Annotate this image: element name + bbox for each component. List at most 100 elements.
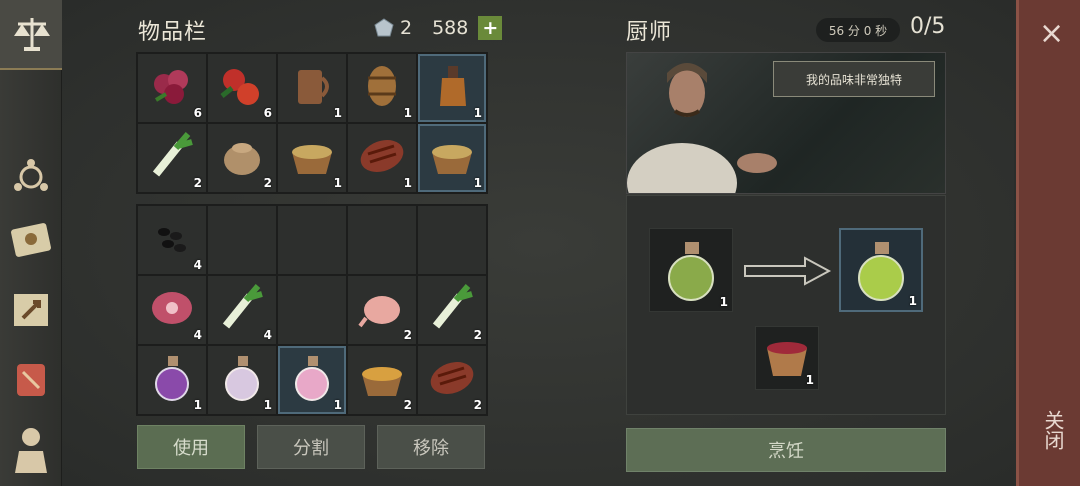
- item-count: 4: [193, 328, 202, 342]
- speech-bubble: 我的品味非常独特: [773, 61, 935, 97]
- item-count: 4: [263, 328, 272, 342]
- item-count: 1: [263, 398, 272, 412]
- extra-count: 1: [805, 373, 814, 387]
- ingredient-slot[interactable]: 1: [649, 228, 733, 312]
- chef-figure: [627, 63, 777, 193]
- output-slot[interactable]: 1: [839, 228, 923, 312]
- pink-potion-icon: [286, 352, 338, 408]
- ingredient-count: 1: [719, 295, 728, 309]
- item-count: 2: [473, 328, 482, 342]
- mug-icon: [286, 60, 338, 116]
- crafting-icon[interactable]: [6, 150, 56, 200]
- green-potion-icon: [668, 242, 714, 301]
- inventory-slot[interactable]: 1: [418, 124, 486, 192]
- quest-book-icon[interactable]: [6, 215, 56, 265]
- close-panel[interactable]: × 关闭: [1016, 0, 1080, 486]
- item-count: 6: [193, 106, 202, 120]
- item-count: 2: [263, 176, 272, 190]
- apples-icon: [216, 60, 268, 116]
- inventory-slot[interactable]: 4: [208, 276, 276, 344]
- inventory-slot-empty[interactable]: [278, 276, 346, 344]
- trade-tab[interactable]: [0, 0, 64, 70]
- item-count: 2: [403, 328, 412, 342]
- inventory-slot[interactable]: 1: [138, 346, 206, 414]
- close-label[interactable]: 关闭: [1041, 410, 1065, 450]
- steak-icon: [426, 352, 478, 408]
- recipe-area: 1 1 1: [626, 195, 946, 415]
- inventory-slot-empty[interactable]: [208, 206, 276, 274]
- inventory-slot[interactable]: 2: [418, 346, 486, 414]
- gem-count: 2: [400, 17, 413, 39]
- close-icon[interactable]: ×: [1039, 16, 1064, 51]
- character-icon[interactable]: [6, 425, 56, 475]
- inventory-slot[interactable]: 2: [418, 276, 486, 344]
- inventory-slot[interactable]: 4: [138, 206, 206, 274]
- item-count: 1: [473, 106, 482, 120]
- purple-potion-icon: [146, 352, 198, 408]
- item-count: 1: [403, 176, 412, 190]
- berries-icon: [146, 60, 198, 116]
- extra-ingredient-slot[interactable]: 1: [755, 326, 819, 390]
- map-icon[interactable]: [6, 285, 56, 335]
- coin-count: 588: [432, 17, 469, 39]
- item-count: 1: [333, 176, 342, 190]
- white-potion-icon: [216, 352, 268, 408]
- inventory-slot[interactable]: 1: [278, 54, 346, 122]
- inventory-slot[interactable]: 1: [348, 124, 416, 192]
- item-count: 2: [473, 398, 482, 412]
- item-count: 1: [473, 176, 482, 190]
- inventory-slot[interactable]: 1: [278, 346, 346, 414]
- inventory-slot[interactable]: 2: [348, 346, 416, 414]
- flour-sack-icon: [216, 130, 268, 186]
- inventory-slot[interactable]: 1: [418, 54, 486, 122]
- inventory-slot[interactable]: 1: [278, 124, 346, 192]
- leek-icon: [146, 130, 198, 186]
- chef-portrait: 我的品味非常独特: [626, 52, 946, 194]
- use-button[interactable]: 使用: [137, 425, 245, 469]
- chef-title: 厨师: [626, 20, 673, 45]
- berry-bowl-icon: [767, 342, 807, 376]
- inventory-slot[interactable]: 2: [138, 124, 206, 192]
- inventory-slot-empty[interactable]: [278, 206, 346, 274]
- barrel-icon: [356, 60, 408, 116]
- item-count: 2: [403, 398, 412, 412]
- flask-icon: [426, 60, 478, 116]
- inventory-slot-empty[interactable]: [348, 206, 416, 274]
- stew-bowl-icon: [286, 130, 338, 186]
- inventory-slot[interactable]: 6: [138, 54, 206, 122]
- raw-meat-icon: [146, 282, 198, 338]
- inventory-slot[interactable]: 2: [348, 276, 416, 344]
- item-count: 1: [333, 106, 342, 120]
- inventory-slot[interactable]: 4: [138, 276, 206, 344]
- cook-button[interactable]: 烹饪: [626, 428, 946, 472]
- inventory-slot[interactable]: 1: [208, 346, 276, 414]
- add-currency-button[interactable]: +: [478, 16, 503, 40]
- black-seeds-icon: [146, 212, 198, 268]
- item-count: 6: [263, 106, 272, 120]
- soup-bowl-icon: [356, 352, 408, 408]
- progress-count: 0/5: [910, 14, 946, 39]
- item-count: 2: [193, 176, 202, 190]
- inventory-title: 物品栏: [138, 20, 208, 45]
- inventory-grid-top: 6 6 1 1 1 2 2 1 1 1: [136, 52, 488, 194]
- inventory-slot[interactable]: 6: [208, 54, 276, 122]
- leek-icon: [426, 282, 478, 338]
- item-count: 1: [403, 106, 412, 120]
- stew-bowl-icon: [426, 130, 478, 186]
- green-potion-icon: [858, 242, 904, 301]
- item-count: 1: [193, 398, 202, 412]
- currency-display: 2 588 +: [374, 16, 503, 40]
- inventory-slot[interactable]: 2: [208, 124, 276, 192]
- leek-icon: [216, 282, 268, 338]
- split-button[interactable]: 分割: [257, 425, 365, 469]
- left-sidebar: [0, 0, 64, 486]
- skills-scroll-icon[interactable]: [6, 355, 56, 405]
- output-count: 1: [908, 294, 917, 308]
- inventory-slot-empty[interactable]: [418, 206, 486, 274]
- scales-icon: [14, 18, 50, 51]
- inventory-grid-bottom: 4 4 4 2 2 1 1 1 2 2: [136, 204, 488, 416]
- inventory-slot[interactable]: 1: [348, 54, 416, 122]
- raw-chicken-icon: [356, 282, 408, 338]
- remove-button[interactable]: 移除: [377, 425, 485, 469]
- steak-icon: [356, 130, 408, 186]
